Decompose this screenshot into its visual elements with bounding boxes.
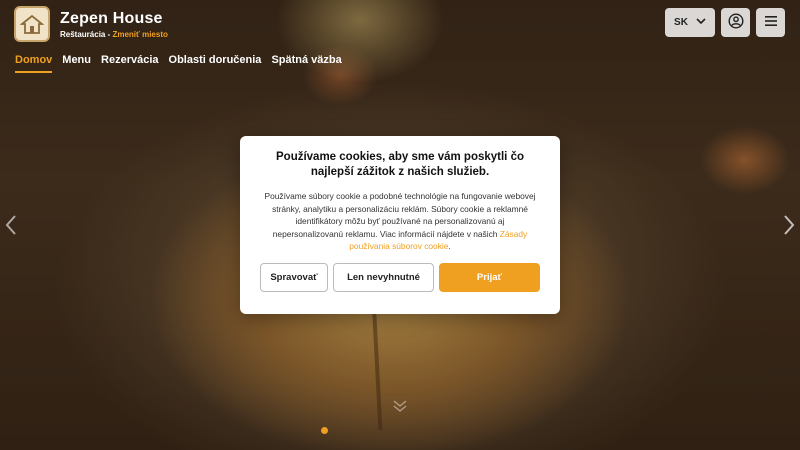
- main-nav: Domov Menu Rezervácia Oblasti doručenia …: [15, 54, 352, 73]
- brand-subtitle: Reštaurácia - Zmeniť miesto: [60, 30, 168, 39]
- account-button[interactable]: [721, 8, 750, 37]
- nav-item-home[interactable]: Domov: [15, 54, 53, 73]
- cookie-modal-actions: Spravovať Len nevyhnutné Prijať: [260, 262, 540, 292]
- slider-dot[interactable]: [321, 427, 328, 434]
- scroll-down-icon[interactable]: [392, 398, 408, 414]
- nav-item-reservation[interactable]: Rezervácia: [101, 54, 159, 73]
- brand: Zepen House Reštaurácia - Zmeniť miesto: [14, 6, 168, 42]
- hamburger-icon: [764, 15, 778, 30]
- nav-item-menu[interactable]: Menu: [62, 54, 91, 73]
- menu-button[interactable]: [756, 8, 785, 37]
- change-city-link[interactable]: Zmeniť miesto: [112, 30, 167, 39]
- nav-item-feedback[interactable]: Spätná väzba: [271, 54, 341, 73]
- cookie-modal-text-end: .: [448, 241, 451, 252]
- header-actions: SK: [665, 8, 785, 37]
- accept-cookies-button[interactable]: Prijať: [439, 262, 540, 292]
- necessary-only-button[interactable]: Len nevyhnutné: [333, 262, 434, 292]
- brand-name: Zepen House: [60, 9, 163, 27]
- nav-item-delivery-areas[interactable]: Oblasti doručenia: [169, 54, 262, 73]
- slider-prev-icon[interactable]: [4, 214, 18, 236]
- manage-cookies-button[interactable]: Spravovať: [260, 262, 328, 292]
- language-label: SK: [674, 17, 688, 28]
- house-logo-icon[interactable]: [14, 6, 50, 42]
- cookie-modal-body: Používame súbory cookie a podobné techno…: [260, 190, 540, 253]
- chevron-down-icon: [696, 17, 706, 28]
- user-icon: [727, 13, 744, 32]
- language-select[interactable]: SK: [665, 8, 715, 37]
- cookie-consent-modal: Používame cookies, aby sme vám poskytli …: [240, 136, 560, 314]
- brand-type: Reštaurácia: [60, 29, 106, 39]
- cookie-modal-title: Používame cookies, aby sme vám poskytli …: [276, 151, 524, 178]
- slider-next-icon[interactable]: [782, 214, 796, 236]
- cookie-modal-text: Používame súbory cookie a podobné techno…: [264, 191, 536, 239]
